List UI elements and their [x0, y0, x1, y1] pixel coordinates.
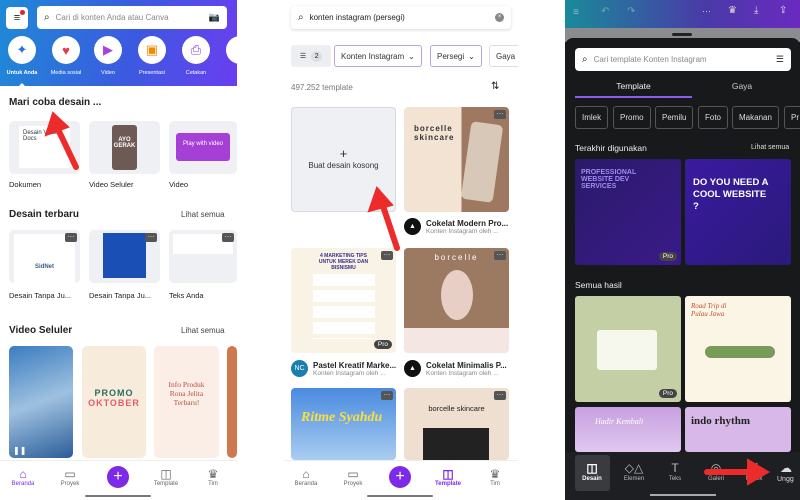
annotation-arrow-head	[747, 458, 770, 486]
annotation-arrow-head	[44, 111, 70, 137]
annotation-arrow-head	[367, 186, 394, 213]
annotation-arrows	[44, 111, 770, 486]
